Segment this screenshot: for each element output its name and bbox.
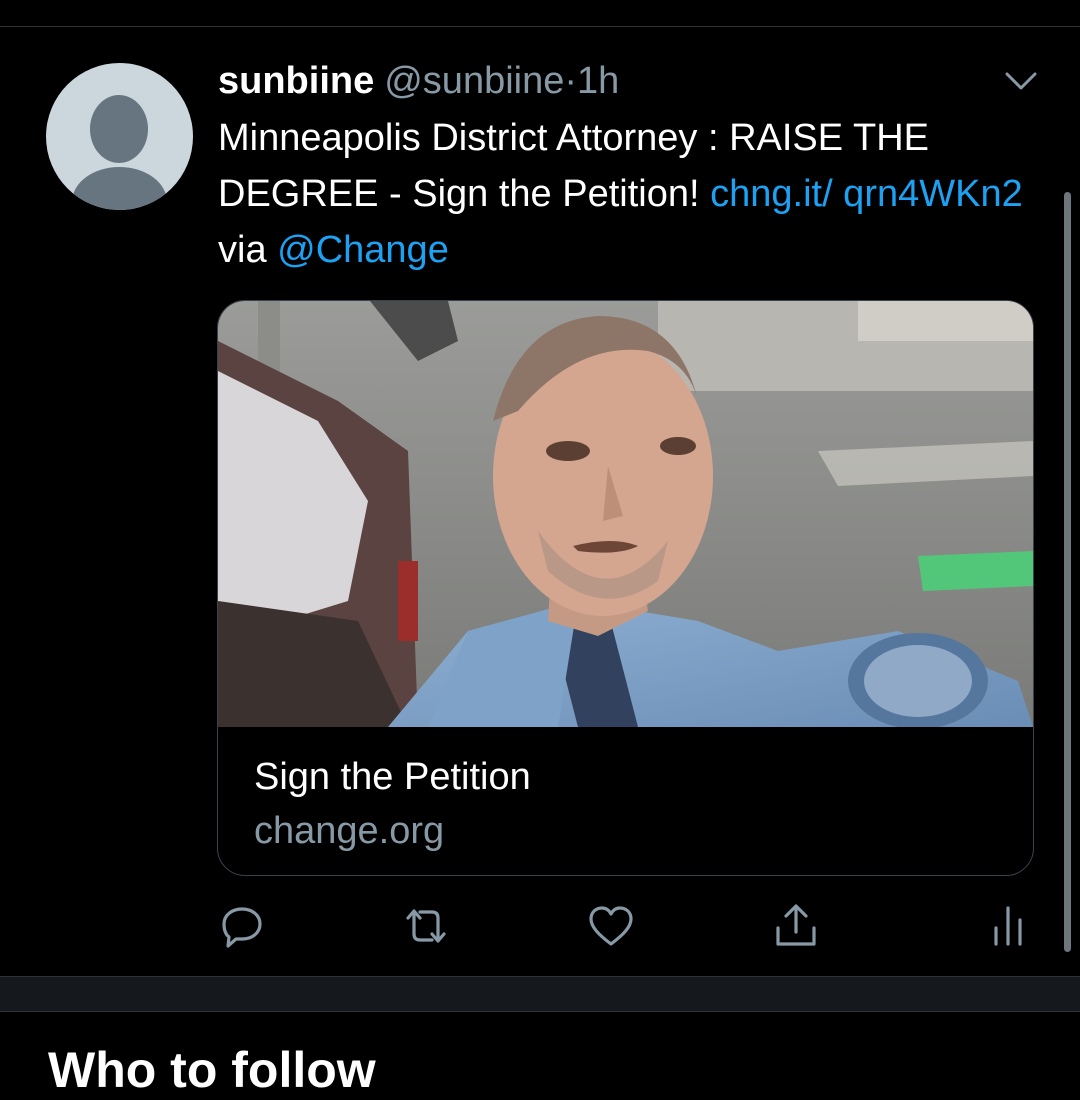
like-icon[interactable] (585, 900, 637, 952)
share-icon[interactable] (770, 900, 822, 952)
chevron-down-icon[interactable] (1004, 70, 1038, 92)
separator-dot: · (564, 60, 578, 102)
section-divider (0, 1011, 1080, 1012)
tweet-header: sunbiine @sunbiine·1h (218, 58, 619, 104)
who-to-follow-heading: Who to follow (48, 1042, 376, 1098)
section-spacer (0, 977, 1080, 1011)
top-divider (0, 26, 1080, 27)
avatar-default-head (90, 95, 148, 163)
tweet-text: Minneapolis District Attorney : RAISE TH… (218, 110, 1048, 278)
card-domain[interactable]: change.org (254, 807, 444, 855)
reply-icon[interactable] (216, 900, 268, 952)
analytics-icon[interactable] (982, 900, 1034, 952)
timestamp[interactable]: 1h (577, 60, 619, 102)
avatar[interactable] (46, 63, 193, 210)
scrollbar[interactable] (1064, 192, 1071, 952)
avatar-default-body (72, 167, 167, 210)
tweet-text-via: via (218, 229, 278, 271)
retweet-icon[interactable] (400, 900, 452, 952)
card-title[interactable]: Sign the Petition (254, 753, 531, 801)
card-image[interactable] (218, 301, 1033, 727)
tweet-link[interactable]: chng.it/ qrn4WKn2 (710, 173, 1023, 215)
link-preview-card[interactable]: Sign the Petition change.org (217, 300, 1034, 876)
user-handle[interactable]: @sunbiine (384, 60, 564, 102)
display-name[interactable]: sunbiine (218, 60, 374, 102)
mention-link[interactable]: @Change (277, 229, 449, 271)
